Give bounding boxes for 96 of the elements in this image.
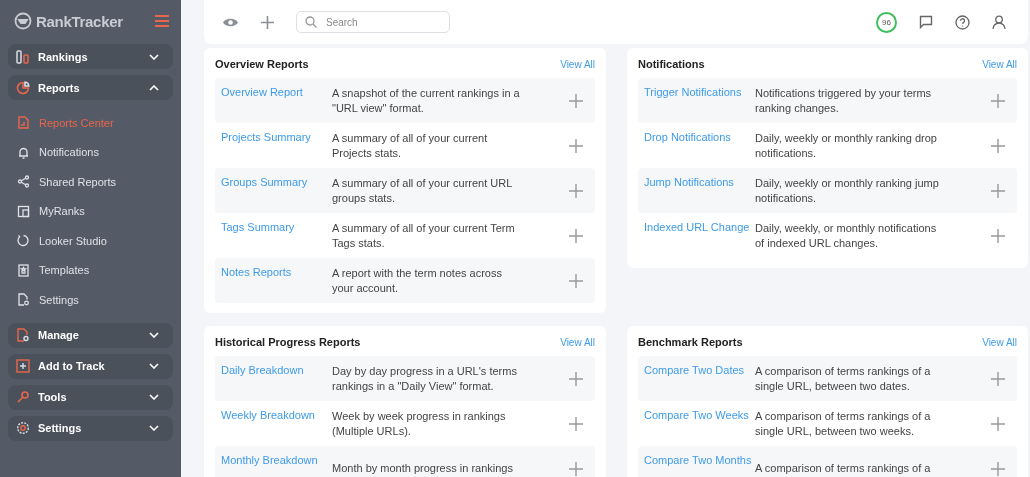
view-all-link[interactable]: View All bbox=[982, 336, 1017, 348]
plus-icon[interactable] bbox=[991, 416, 1005, 431]
plus-icon[interactable] bbox=[569, 183, 583, 198]
document-gear-icon bbox=[17, 293, 30, 307]
report-link[interactable]: Overview Report bbox=[221, 78, 332, 98]
nav-group[interactable]: Add to Track bbox=[8, 353, 173, 379]
search-icon bbox=[305, 16, 317, 28]
view-all-link[interactable]: View All bbox=[982, 58, 1017, 70]
nav-group[interactable]: Rankings bbox=[8, 44, 173, 69]
report-description: A summary of all of your current Projects stats. bbox=[332, 130, 489, 161]
report-description: Week by week progress in rankings (Multiple URLs). bbox=[332, 408, 507, 439]
nav-item[interactable]: MyRanks bbox=[8, 196, 173, 226]
wrench-icon bbox=[16, 390, 30, 404]
report-link[interactable]: Projects Summary bbox=[221, 123, 332, 143]
report-description: A summary of all of your current Term Tags stats. bbox=[332, 220, 516, 251]
chat-icon[interactable] bbox=[919, 15, 933, 29]
gear-icon bbox=[16, 421, 30, 435]
chevron-icon bbox=[149, 425, 159, 431]
report-link[interactable]: Compare Two Months bbox=[644, 446, 755, 466]
view-all-link[interactable]: View All bbox=[560, 58, 595, 70]
report-link[interactable]: Notes Reports bbox=[221, 258, 332, 278]
plus-icon[interactable] bbox=[991, 461, 1005, 476]
report-description: A comparison of terms rankings of a bbox=[755, 461, 932, 476]
report-link[interactable]: Daily Breakdown bbox=[221, 356, 332, 376]
report-description: A summary of all of your current URL groups stats. bbox=[332, 175, 513, 206]
nav-group[interactable]: Tools bbox=[8, 384, 173, 410]
pie-chart-icon bbox=[16, 80, 30, 95]
report-description: A comparison of terms rankings of a single URL, between two weeks. bbox=[755, 408, 932, 439]
user-icon[interactable] bbox=[992, 14, 1006, 30]
plus-icon[interactable] bbox=[991, 138, 1005, 153]
report-link[interactable]: Indexed URL Change bbox=[644, 213, 755, 233]
nav-item[interactable]: Settings bbox=[8, 285, 173, 315]
plus-icon[interactable] bbox=[569, 93, 583, 108]
plus-icon[interactable] bbox=[991, 183, 1005, 198]
report-link[interactable]: Compare Two Dates bbox=[644, 356, 755, 376]
nav-item[interactable]: Shared Reports bbox=[8, 167, 173, 197]
report-description: Day by day progress in a URL's terms rankings in a "Daily View" format. bbox=[332, 363, 518, 394]
report-description: Notifications triggered by your terms ranking changes. bbox=[755, 85, 933, 116]
plus-icon[interactable] bbox=[569, 138, 583, 153]
search-field[interactable]: Search bbox=[296, 11, 450, 33]
plus-icon[interactable] bbox=[569, 416, 583, 431]
report-link[interactable]: Drop Notifications bbox=[644, 123, 755, 143]
card-title: Notifications bbox=[638, 58, 705, 70]
bars-icon bbox=[16, 49, 30, 64]
view-all-link[interactable]: View All bbox=[560, 336, 595, 348]
chevron-icon bbox=[149, 394, 159, 400]
report-description: Daily, weekly or monthly ranking drop notifications. bbox=[755, 130, 938, 161]
chevron-icon bbox=[149, 332, 159, 338]
score-badge[interactable]: 96 bbox=[876, 11, 897, 33]
plus-icon[interactable] bbox=[569, 273, 583, 288]
report-description: A snapshot of the current rankings in a "URL view" format. bbox=[332, 85, 521, 116]
plus-icon[interactable] bbox=[991, 93, 1005, 108]
nav-group[interactable]: Settings bbox=[8, 415, 173, 441]
report-link[interactable]: Trigger Notifications bbox=[644, 78, 755, 98]
card-title: Historical Progress Reports bbox=[215, 336, 361, 348]
report-link[interactable]: Groups Summary bbox=[221, 168, 332, 188]
report-link[interactable]: Compare Two Weeks bbox=[644, 401, 755, 421]
report-description: A report with the term notes across your account. bbox=[332, 265, 503, 296]
help-icon[interactable] bbox=[955, 14, 970, 30]
plus-icon[interactable] bbox=[991, 228, 1005, 243]
nav-item[interactable]: Templates bbox=[8, 255, 173, 285]
logo-text: RankTracker bbox=[36, 12, 123, 30]
bell-icon bbox=[17, 145, 30, 159]
plus-icon[interactable] bbox=[569, 461, 583, 476]
document-chart-icon bbox=[17, 116, 30, 130]
eye-icon[interactable] bbox=[222, 16, 239, 28]
report-link[interactable]: Weekly Breakdown bbox=[221, 401, 332, 421]
chevron-icon bbox=[149, 84, 159, 91]
plus-icon[interactable] bbox=[991, 371, 1005, 386]
report-link[interactable]: Jump Notifications bbox=[644, 168, 755, 188]
nav-item[interactable]: Notifications bbox=[8, 137, 173, 167]
devices-icon bbox=[17, 204, 30, 218]
chevron-icon bbox=[149, 363, 159, 369]
loop-icon bbox=[17, 234, 30, 248]
plus-square-icon bbox=[16, 359, 30, 373]
report-description: Daily, weekly, or monthly notifications of indexed URL changes. bbox=[755, 220, 938, 251]
plus-icon[interactable] bbox=[569, 228, 583, 243]
nav-group[interactable]: Manage bbox=[8, 322, 173, 348]
report-description: A comparison of terms rankings of a single URL, between two dates. bbox=[755, 363, 932, 394]
report-link[interactable]: Monthly Breakdown bbox=[221, 446, 332, 466]
document-gear-icon bbox=[16, 328, 30, 342]
plus-icon[interactable] bbox=[569, 371, 583, 386]
report-description: Month by month progress in rankings bbox=[332, 461, 514, 476]
nav-item[interactable]: Reports Center bbox=[8, 108, 173, 138]
nav-item[interactable]: Looker Studio bbox=[8, 226, 173, 256]
share-icon bbox=[17, 175, 30, 189]
logo-icon bbox=[14, 12, 32, 30]
chevron-icon bbox=[149, 53, 159, 60]
template-icon bbox=[17, 263, 30, 277]
menu-icon[interactable] bbox=[155, 15, 169, 27]
card-title: Benchmark Reports bbox=[638, 336, 743, 348]
nav-group[interactable]: Reports bbox=[8, 75, 173, 100]
report-link[interactable]: Tags Summary bbox=[221, 213, 332, 233]
card-title: Overview Reports bbox=[215, 58, 309, 70]
plus-icon[interactable] bbox=[261, 15, 274, 29]
report-description: Daily, weekly or monthly ranking jump notifications. bbox=[755, 175, 940, 206]
